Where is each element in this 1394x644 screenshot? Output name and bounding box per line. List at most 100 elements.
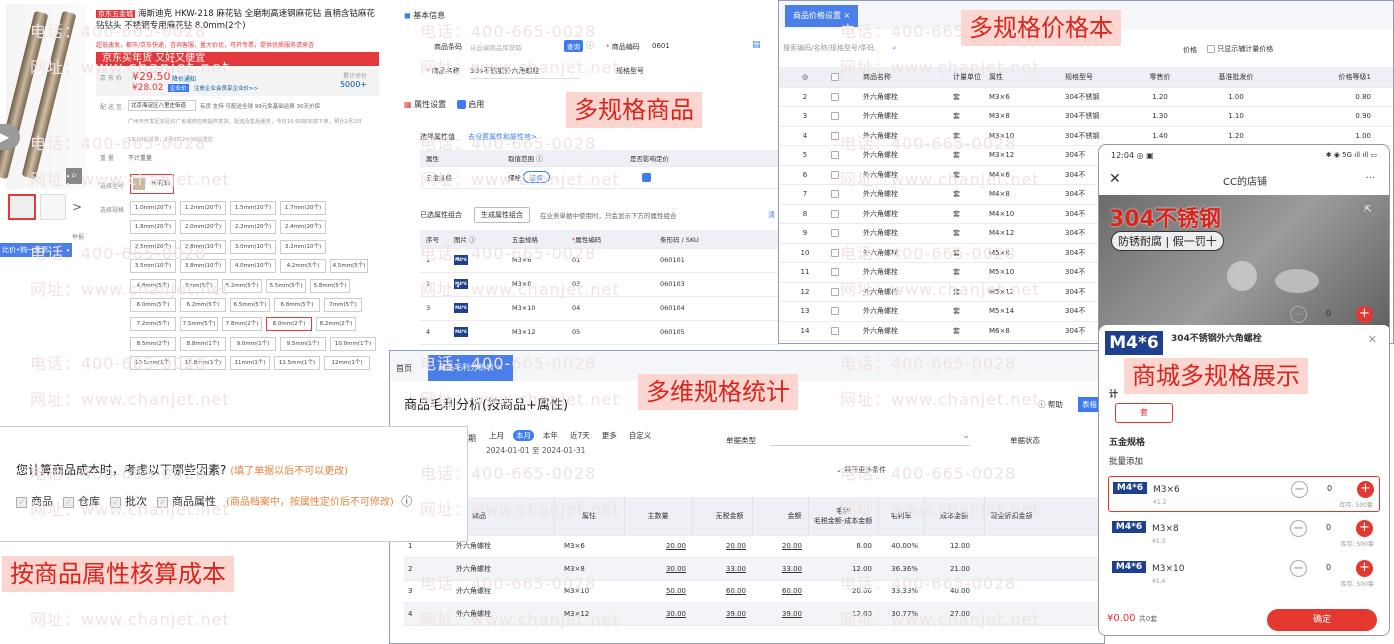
- chevron-down-icon: ⌄: [962, 431, 970, 441]
- spec-option[interactable]: 6.8mm(5个): [274, 298, 320, 312]
- generate-combo-button[interactable]: 生成属性组合: [474, 207, 530, 223]
- watermark-phone: 电话：400-665-0028: [30, 134, 207, 153]
- sku-qty: 0: [1326, 523, 1332, 532]
- sku-plus-button[interactable]: +: [1356, 520, 1373, 537]
- period-tabs: 上月 本月 本年 近7天 更多 自定义: [486, 430, 660, 441]
- spec-option[interactable]: 1.8mm(20个): [130, 220, 176, 235]
- spec-option[interactable]: 6.2mm(5个): [180, 298, 226, 312]
- period-tab[interactable]: 更多: [599, 430, 620, 441]
- spec-option[interactable]: 6.0mm(5个): [130, 298, 176, 312]
- watermark-site: 网址：www.chanjet.net: [840, 500, 1040, 519]
- spec-option[interactable]: 8.8mm(1个): [180, 336, 226, 351]
- spec-option[interactable]: 10.0mm(1个): [330, 336, 376, 351]
- watermark-site: 网址：www.chanjet.net: [30, 500, 230, 519]
- sku-row[interactable]: M4*6 M3×6 ¥1.2 − 0 + 库存: 500套: [1108, 476, 1380, 512]
- thumbnail-strip[interactable]: >: [6, 194, 86, 220]
- row-checkbox[interactable]: [831, 151, 839, 160]
- help-icon[interactable]: ⓘ: [398, 495, 412, 508]
- spec-option[interactable]: 8.0mm(2个): [266, 317, 312, 332]
- sku-plus-button[interactable]: +: [1356, 560, 1373, 577]
- watermark-phone: 电话：400-665-0028: [840, 574, 1017, 593]
- spec-option[interactable]: 7mm(5个): [324, 298, 362, 312]
- watermark-site: 网址：www.chanjet.net: [840, 58, 1040, 77]
- spec-option[interactable]: 2.0mm(20个): [180, 220, 226, 235]
- row-checkbox[interactable]: [831, 326, 839, 335]
- watermark-site: 网址：www.chanjet.net: [420, 610, 620, 629]
- close-sheet-icon[interactable]: ✕: [1368, 333, 1377, 346]
- spec-option[interactable]: 7.8mm(2个): [222, 317, 262, 332]
- table-row[interactable]: 3 外六角螺栓套 M3×8 304不锈钢 1.30 1.10 0.90: [779, 106, 1393, 127]
- spec-option[interactable]: 4.5mm(5个): [330, 259, 368, 274]
- only-aux-checkbox[interactable]: [1207, 45, 1215, 53]
- spec-option[interactable]: 11.5mm(1个): [274, 356, 320, 371]
- row-checkbox[interactable]: [831, 131, 839, 140]
- watermark-phone: 电话：400-665-0028: [30, 354, 207, 373]
- row-checkbox[interactable]: [831, 248, 839, 257]
- spec-option[interactable]: 2.2mm(20个): [230, 220, 276, 235]
- period-tab[interactable]: 自定义: [626, 430, 655, 441]
- sku-plus-button[interactable]: +: [1357, 481, 1374, 498]
- sku-name: M3×8: [1152, 524, 1179, 534]
- sku-minus-button[interactable]: −: [1290, 520, 1307, 537]
- table-row[interactable]: 1 外六角螺栓 M3×6 20.00 20.00 20.00 8.00 40.00% 12.00: [404, 535, 1104, 558]
- tab-home[interactable]: 首页: [396, 363, 412, 374]
- doc-type-select[interactable]: ⌄: [770, 431, 970, 446]
- sku-row[interactable]: M4*6 M3×8 ¥1.3 − 0 + 库存: 500套: [1108, 516, 1380, 552]
- spec-option[interactable]: 7.2mm(5个): [130, 317, 176, 332]
- row-checkbox[interactable]: [831, 209, 839, 218]
- batch-minus-button[interactable]: −: [1290, 306, 1307, 323]
- spec-option[interactable]: 5.5mm(5个): [266, 278, 306, 293]
- help-link[interactable]: ⓘ 帮助: [1038, 399, 1063, 410]
- code-value[interactable]: 0601: [652, 42, 670, 50]
- spec-option[interactable]: 4.0mm(10个): [230, 259, 276, 274]
- row-checkbox[interactable]: [831, 170, 839, 179]
- row-checkbox[interactable]: [831, 268, 839, 277]
- row-checkbox[interactable]: [831, 92, 839, 101]
- doc-icon[interactable]: ▤: [752, 40, 761, 50]
- period-tab[interactable]: 近7天: [567, 430, 593, 441]
- spec-option[interactable]: 1.2mm(20个): [180, 201, 226, 215]
- spec-option[interactable]: 12mm(1个): [324, 356, 370, 371]
- spec-option[interactable]: 7.5mm(5个): [180, 317, 218, 332]
- period-tab[interactable]: 上月: [486, 430, 507, 441]
- spec-option[interactable]: 1.7mm(20个): [280, 201, 326, 215]
- more-icon[interactable]: ···: [1365, 173, 1375, 184]
- spec-option[interactable]: 3.0mm(10个): [230, 239, 276, 254]
- sku-minus-button[interactable]: −: [1290, 560, 1307, 577]
- spec-option[interactable]: 9.0mm(1个): [230, 336, 276, 351]
- enable-checkbox[interactable]: [456, 100, 466, 109]
- spec-option[interactable]: 4.2mm(5个): [280, 259, 326, 274]
- confirm-button[interactable]: 确定: [1267, 609, 1377, 631]
- spec-option[interactable]: 1.5mm(20个): [230, 201, 276, 215]
- sku-minus-button[interactable]: −: [1291, 481, 1308, 498]
- row-checkbox[interactable]: [831, 307, 839, 316]
- spec-option[interactable]: 11mm(1个): [230, 356, 270, 371]
- period-tab[interactable]: 本月: [513, 430, 534, 441]
- sku-row[interactable]: M4*6 M3×10 ¥1.4 − 0 + 库存: 500套: [1108, 556, 1380, 592]
- unit-option[interactable]: 套: [1115, 403, 1173, 423]
- spec-option[interactable]: 5.8mm(5个): [310, 278, 350, 293]
- spec-option[interactable]: 8.2mm(2个): [316, 317, 356, 332]
- watermark-phone: 电话：400-665-0028: [420, 134, 597, 153]
- barcode-input[interactable]: 从云端商品库获取: [470, 42, 522, 52]
- table-row[interactable]: 2 外六角螺栓套 M3×6 304不锈钢 1.20 1.00 0.80: [779, 87, 1393, 107]
- sku-stock: 库存: 500套: [1340, 581, 1374, 588]
- row-checkbox[interactable]: [831, 112, 839, 121]
- share-icon[interactable]: ⇱: [1359, 201, 1377, 219]
- affects-price-checkbox[interactable]: [642, 172, 651, 182]
- table-row[interactable]: 4 M4*6 M3×12 05 060105: [420, 320, 779, 345]
- row-checkbox[interactable]: [831, 287, 839, 296]
- watermark-site: 网址：www.chanjet.net: [420, 58, 620, 77]
- period-tab[interactable]: 本年: [540, 430, 561, 441]
- row-checkbox[interactable]: [831, 229, 839, 238]
- ship-address-select[interactable]: 北京海淀区八里庄街道: [128, 100, 196, 111]
- spec-option[interactable]: 2.4mm(20个): [280, 220, 326, 235]
- batch-plus-button[interactable]: +: [1356, 306, 1373, 323]
- spec-option[interactable]: 1.0mm(20个): [130, 201, 176, 215]
- watermark-site: 网址：www.chanjet.net: [840, 610, 1040, 629]
- spec-option[interactable]: 9.5mm(1个): [280, 336, 326, 351]
- spec-option[interactable]: 6.5mm(5个): [230, 298, 270, 312]
- spec-option[interactable]: 3.2mm(10个): [280, 239, 326, 254]
- spec-option[interactable]: 8.5mm(2个): [130, 336, 176, 351]
- row-checkbox[interactable]: [831, 190, 839, 199]
